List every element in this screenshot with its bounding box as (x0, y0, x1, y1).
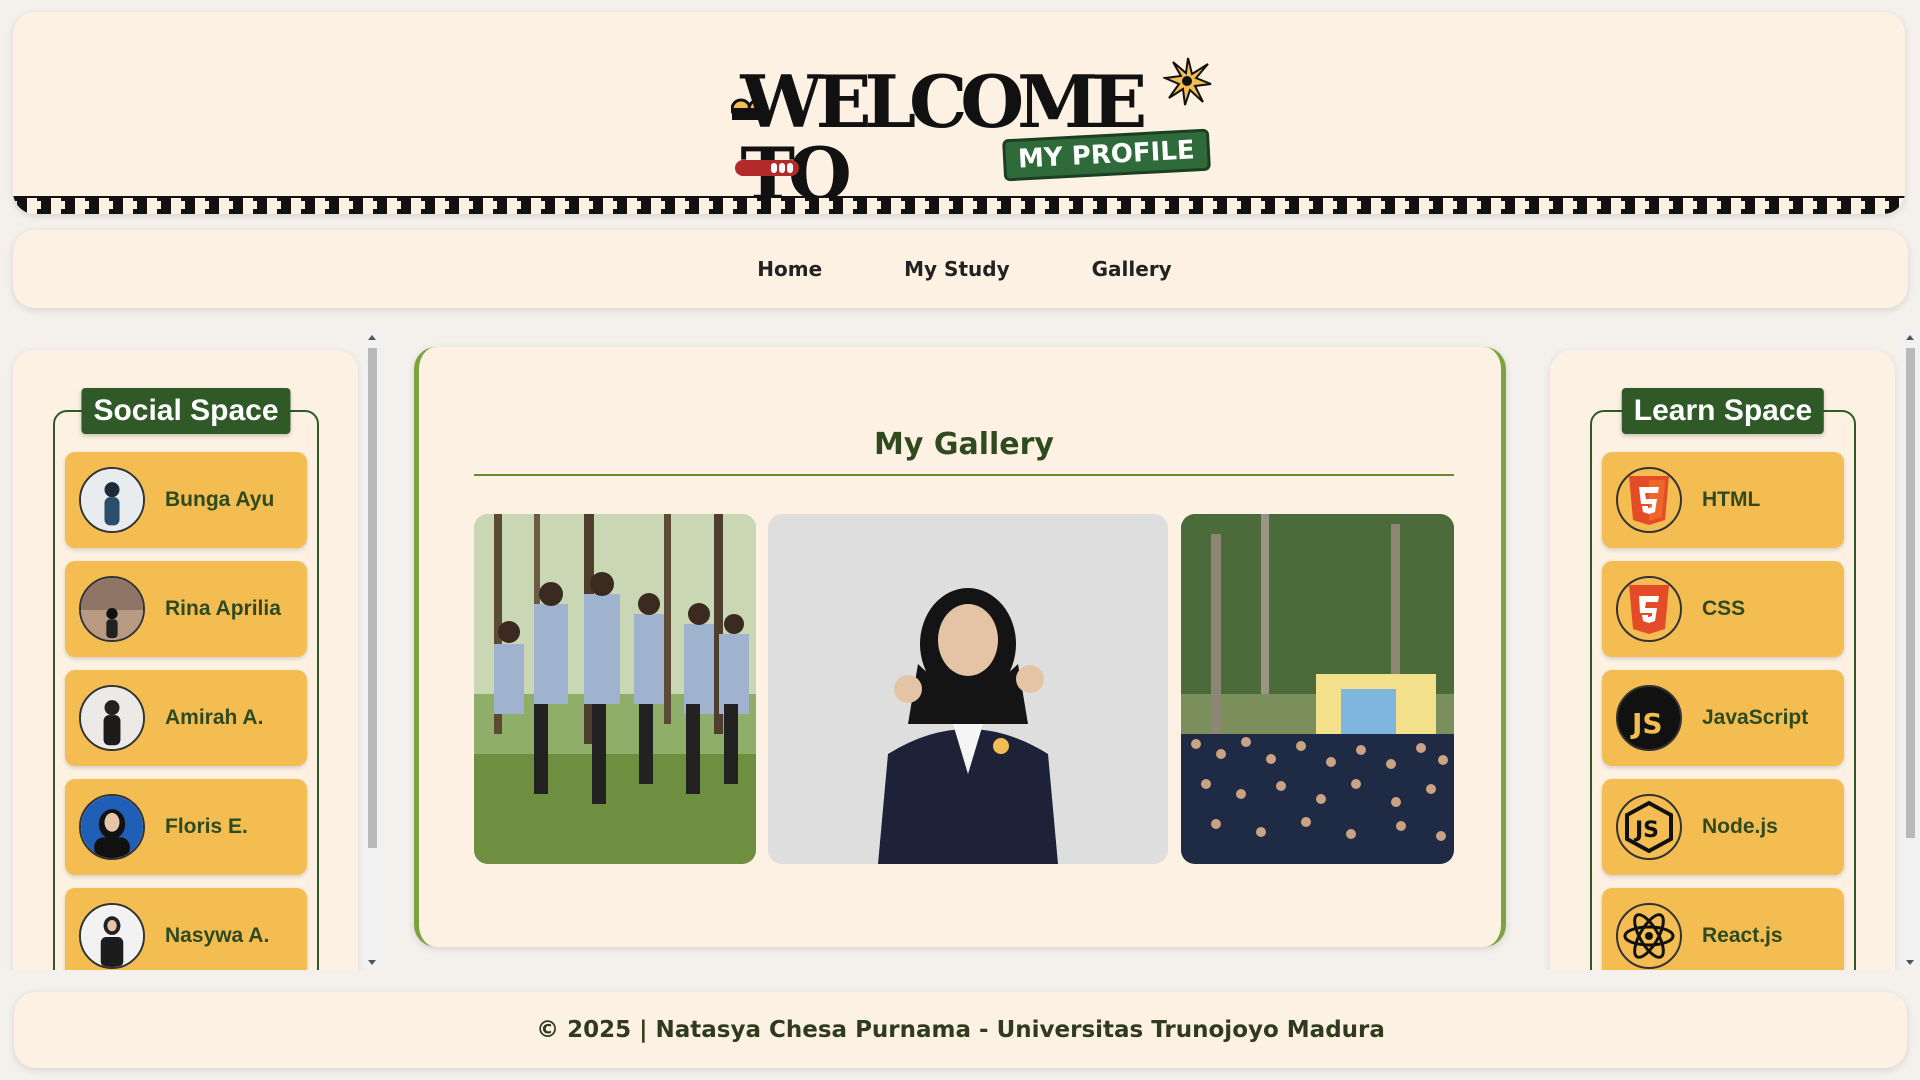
social-item-label: Rina Aprilia (165, 597, 281, 620)
learn-item-html[interactable]: HTML (1602, 452, 1844, 548)
avatar (79, 794, 145, 860)
scrollbar-thumb[interactable] (1906, 348, 1915, 838)
css3-icon (1616, 576, 1682, 642)
learn-item-reactjs[interactable]: React.js (1602, 888, 1844, 970)
social-item-nasywa[interactable]: Nasywa A. (65, 888, 307, 970)
social-item-rina-aprilia[interactable]: Rina Aprilia (65, 561, 307, 657)
learn-item-label: JavaScript (1702, 706, 1809, 729)
nav-gallery[interactable]: Gallery (1084, 257, 1172, 281)
learn-space-panel: Learn Space HTML CSS JS JavaScript JS No… (1550, 350, 1895, 970)
learn-space-scroll-area[interactable]: Learn Space HTML CSS JS JavaScript JS No… (1538, 330, 1920, 970)
scroll-down-arrow-icon[interactable] (368, 960, 376, 965)
social-item-bunga-ayu[interactable]: Bunga Ayu (65, 452, 307, 548)
welcome-logo: WELCOME TO MY PROFILE (723, 56, 1213, 210)
footer: © 2025 | Natasya Chesa Purnama - Univers… (14, 992, 1907, 1068)
learn-item-javascript[interactable]: JS JavaScript (1602, 670, 1844, 766)
social-item-floris[interactable]: Floris E. (65, 779, 307, 875)
scroll-down-arrow-icon[interactable] (1906, 960, 1914, 965)
gallery-panel: My Gallery (414, 347, 1506, 947)
learn-item-label: Node.js (1702, 815, 1778, 838)
social-item-amirah[interactable]: Amirah A. (65, 670, 307, 766)
scrollbar-thumb[interactable] (368, 348, 377, 848)
footer-copyright: © 2025 | Natasya Chesa Purnama - Univers… (536, 1017, 1385, 1043)
social-space-fieldset: Social Space Bunga Ayu Rina Aprilia Amir… (53, 388, 319, 970)
scroll-up-arrow-icon[interactable] (1906, 335, 1914, 340)
avatar (79, 576, 145, 642)
social-item-label: Floris E. (165, 815, 248, 838)
avatar (79, 685, 145, 751)
header-banner: WELCOME TO MY PROFILE (13, 12, 1905, 214)
nav-my-study[interactable]: My Study (896, 257, 1009, 281)
progress-dots-icon (735, 160, 799, 176)
scroll-up-arrow-icon[interactable] (368, 335, 376, 340)
learn-item-css[interactable]: CSS (1602, 561, 1844, 657)
social-space-panel: Social Space Bunga Ayu Rina Aprilia Amir… (13, 350, 358, 970)
gallery-photo-group-forest[interactable] (474, 514, 756, 864)
gallery-title: My Gallery (874, 427, 1054, 462)
learn-item-label: HTML (1702, 488, 1761, 511)
svg-text:JS: JS (1633, 818, 1659, 843)
svg-text:JS: JS (1630, 707, 1663, 740)
nav-bar: Home My Study Gallery (13, 230, 1908, 308)
learn-space-title: Learn Space (1621, 388, 1825, 434)
social-space-scroll-area[interactable]: Social Space Bunga Ayu Rina Aprilia Amir… (0, 330, 385, 970)
nodejs-icon: JS (1616, 794, 1682, 860)
gallery-photo-portrait[interactable] (768, 514, 1168, 864)
react-icon (1616, 903, 1682, 969)
gallery-photo-crowd[interactable] (1181, 514, 1454, 864)
learn-space-fieldset: Learn Space HTML CSS JS JavaScript JS No… (1590, 388, 1856, 970)
avatar (79, 903, 145, 969)
html5-icon (1616, 467, 1682, 533)
learn-item-label: React.js (1702, 924, 1783, 947)
learn-scrollbar[interactable] (1902, 330, 1919, 970)
social-item-label: Bunga Ayu (165, 488, 275, 511)
sun-star-icon (1163, 57, 1212, 106)
javascript-icon: JS (1616, 685, 1682, 751)
social-scrollbar[interactable] (364, 330, 381, 970)
avatar (79, 467, 145, 533)
social-space-title: Social Space (81, 388, 291, 434)
checkered-border (13, 196, 1905, 214)
learn-item-nodejs[interactable]: JS Node.js (1602, 779, 1844, 875)
nav-home[interactable]: Home (749, 257, 822, 281)
learn-item-label: CSS (1702, 597, 1746, 620)
social-item-label: Amirah A. (165, 706, 264, 729)
social-item-label: Nasywa A. (165, 924, 270, 947)
title-divider (474, 474, 1454, 476)
